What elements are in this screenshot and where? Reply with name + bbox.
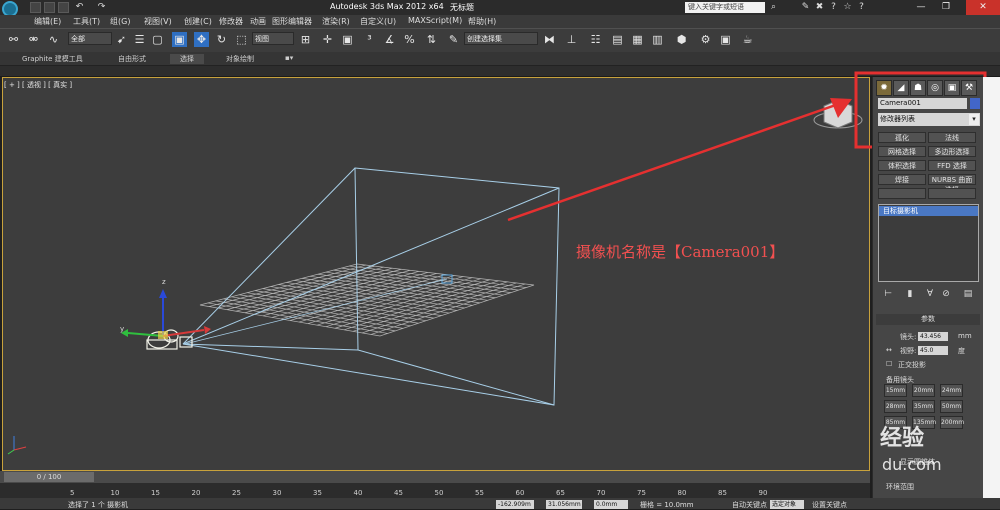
timeline-tick-label: 20	[191, 489, 201, 497]
button-isolate[interactable]: 孤化	[878, 132, 926, 143]
timeline-tick-label: 10	[110, 489, 120, 497]
z-coordinate-field[interactable]: 0.0mm	[594, 500, 628, 509]
grid-lines	[207, 264, 527, 335]
button-poly-select[interactable]: 多边形选择	[928, 146, 976, 157]
button-normal[interactable]: 法线	[928, 132, 976, 143]
timeline-tick-label: 40	[353, 489, 363, 497]
lens-24mm[interactable]: 24mm	[940, 384, 963, 397]
modifier-list-dropdown[interactable]: 修改器列表	[878, 113, 980, 126]
gizmo-axis-z: z	[162, 278, 166, 286]
lens-label: 镜头:	[900, 333, 917, 341]
button-empty-2[interactable]	[928, 188, 976, 199]
timeline-tick-label: 45	[394, 489, 403, 497]
lens-28mm[interactable]: 28mm	[884, 400, 907, 413]
timeline-tick-label: 70	[596, 489, 606, 497]
pin-stack-icon[interactable]: ⊢	[882, 288, 894, 300]
button-mesh-select[interactable]: 网格选择	[878, 146, 926, 157]
timeline-tick-label: 30	[272, 489, 282, 497]
timeline-tick-label: 25	[232, 489, 241, 497]
show-end-result-icon[interactable]: ▮	[904, 288, 916, 300]
utilities-tab-icon[interactable]: ⚒	[961, 80, 977, 96]
timeline-tick-label: 65	[556, 489, 565, 497]
annotation-text: 摄像机名称是【Camera001】	[576, 243, 785, 261]
gizmo-axis-y: y	[120, 325, 124, 333]
frustum-edge-top-right	[182, 187, 560, 345]
button-vol-select[interactable]: 体积选择	[878, 160, 926, 171]
remove-modifier-icon[interactable]: ⊘	[940, 288, 952, 300]
fov-unit: 度	[958, 347, 965, 355]
lens-200mm[interactable]: 200mm	[940, 416, 964, 429]
lens-50mm[interactable]: 50mm	[940, 400, 963, 413]
fov-label: 视野:	[900, 347, 917, 355]
y-coordinate-field[interactable]: 31.056mm	[546, 500, 582, 509]
make-unique-icon[interactable]: ∀	[924, 288, 936, 300]
timeline-tick-label: 60	[515, 489, 525, 497]
timeline-tick-label: 55	[475, 489, 484, 497]
key-filter-select[interactable]: 选定对象	[770, 500, 804, 509]
watermark-url: du.com	[882, 455, 942, 474]
x-coordinate-field[interactable]: -162.909m	[496, 500, 534, 509]
create-tab-icon[interactable]: ✹	[876, 80, 892, 96]
modify-tab-icon[interactable]: ◢	[893, 80, 909, 96]
timeline-tick-label: 75	[637, 489, 646, 497]
lens-35mm[interactable]: 35mm	[912, 400, 935, 413]
scene-canvas: z y	[7, 71, 987, 455]
lens-field[interactable]: 43.456	[918, 332, 948, 341]
configure-sets-icon[interactable]: ▤	[962, 288, 974, 300]
chevron-down-icon[interactable]: ▾	[969, 114, 979, 125]
lens-unit: mm	[958, 332, 972, 340]
env-range-label: 环境范围	[886, 483, 914, 491]
ortho-label: 正交投影	[898, 361, 926, 369]
transform-gizmo	[121, 289, 211, 339]
object-name-field[interactable]: Camera001	[878, 98, 967, 109]
parameters-rollout-header[interactable]: 参数	[876, 314, 980, 325]
fov-field[interactable]: 45.0	[918, 346, 948, 355]
motion-tab-icon[interactable]: ◎	[927, 80, 943, 96]
timeline-tick-label: 50	[434, 489, 444, 497]
frustum-edge-bottom-left	[182, 343, 359, 351]
timeline-tick-label: 35	[313, 489, 322, 497]
fov-direction-icon[interactable]: ↔	[886, 346, 892, 354]
display-tab-icon[interactable]: ▣	[944, 80, 960, 96]
frustum-edge-top-left	[182, 167, 356, 345]
lens-20mm[interactable]: 20mm	[912, 384, 935, 397]
right-edge-panel	[983, 77, 1000, 509]
button-ffd-select[interactable]: FFD 选择	[928, 160, 976, 171]
time-slider-track[interactable]	[0, 471, 870, 483]
button-empty-1[interactable]	[878, 188, 926, 199]
camera-frustum	[182, 167, 560, 406]
timeline-tick-label: 80	[677, 489, 687, 497]
object-color-swatch[interactable]	[970, 98, 980, 109]
button-nurbs-surface-select[interactable]: NURBS 曲面选择	[928, 174, 976, 194]
timeline-tick-label: 15	[151, 489, 160, 497]
view-axis-tripod	[7, 436, 27, 455]
watermark-logo: 经验	[880, 426, 925, 451]
timeline-tick-label: 85	[718, 489, 727, 497]
timeline-tick-label: 5	[70, 489, 75, 497]
timeline-tick-label: 90	[758, 489, 768, 497]
hierarchy-tab-icon[interactable]: ☗	[910, 80, 926, 96]
annotation-arrow	[507, 98, 852, 222]
button-weld[interactable]: 焊接	[878, 174, 926, 185]
ortho-checkbox[interactable]: ☐	[886, 360, 892, 368]
time-slider-thumb[interactable]: 0 / 100	[4, 472, 94, 482]
stack-item-target-camera[interactable]: 目标摄影机	[879, 206, 978, 216]
lens-15mm[interactable]: 15mm	[884, 384, 907, 397]
